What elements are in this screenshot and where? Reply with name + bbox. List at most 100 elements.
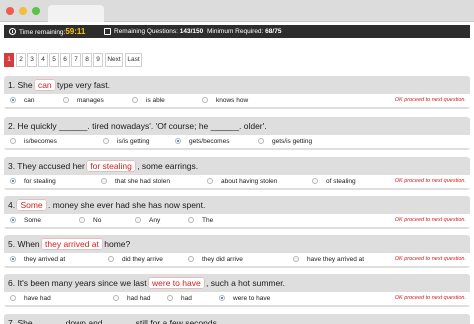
answer-options: have had had had had were to have OK proceed…	[4, 292, 470, 305]
question-text: 3. They accused her for stealing , some …	[8, 161, 199, 171]
answer-radio[interactable]	[202, 97, 208, 103]
answer-radio[interactable]	[135, 217, 141, 223]
answer-radio[interactable]	[101, 178, 107, 184]
question-card: 4. Some . money she ever had she has now…	[4, 196, 470, 229]
pager-page-5[interactable]: 5	[49, 53, 59, 67]
answer-option-label[interactable]: is able	[146, 94, 165, 107]
question-card: 1. She can type very fast. can manages is a…	[4, 76, 470, 109]
question-text: 5. When they arrived at home?	[8, 239, 131, 249]
selected-answer-highlight: for stealing	[87, 161, 135, 171]
answer-radio[interactable]	[10, 217, 16, 223]
questions-icon	[104, 28, 111, 35]
pager-page-8[interactable]: 8	[82, 53, 92, 67]
answer-option-label[interactable]: have they arrived at	[307, 253, 364, 266]
answer-radio[interactable]	[10, 295, 16, 301]
answer-option-label[interactable]: of stealing	[326, 175, 356, 188]
feedback-text: OK proceed to next question.	[394, 97, 466, 103]
answer-radio[interactable]	[132, 97, 138, 103]
answer-option-label[interactable]: is/becomes	[24, 135, 57, 148]
pager-page-6[interactable]: 6	[60, 53, 70, 67]
answer-radio[interactable]	[10, 178, 16, 184]
feedback-text: OK proceed to next question.	[394, 178, 466, 184]
answer-radio[interactable]	[188, 217, 194, 223]
feedback-text: OK proceed to next question.	[394, 295, 466, 301]
answer-radio[interactable]	[175, 138, 181, 144]
answer-option-label[interactable]: The	[202, 214, 213, 227]
answer-option-label[interactable]: had had	[127, 292, 151, 305]
pager-page-3[interactable]: 3	[27, 53, 37, 67]
window-close-dot[interactable]	[6, 7, 14, 15]
answer-radio[interactable]	[312, 178, 318, 184]
question-card: 2. He quickly ______. tired nowadays'. '…	[4, 117, 470, 150]
selected-answer-highlight: they arrived at	[42, 239, 102, 249]
answer-option-label[interactable]: did they arrive	[122, 253, 163, 266]
time-remaining: Time remaining:59:11	[19, 27, 86, 36]
question-text: 2. He quickly ______. tired nowadays'. '…	[8, 121, 267, 131]
answer-radio[interactable]	[10, 138, 16, 144]
question-card: 7. She ______ down and ______ still for …	[4, 314, 470, 324]
question-text: 1. She can type very fast.	[8, 80, 110, 90]
answer-options: they arrived at did they arrive they did a…	[4, 253, 470, 266]
answer-radio[interactable]	[113, 295, 119, 301]
answer-option-label[interactable]: Any	[149, 214, 160, 227]
answer-option-label[interactable]: about having stolen	[221, 175, 277, 188]
answer-radio[interactable]	[188, 256, 194, 262]
answer-option-label[interactable]: gets/becomes	[189, 135, 229, 148]
pager-page-4[interactable]: 4	[38, 53, 48, 67]
browser-tab[interactable]	[48, 5, 104, 22]
answer-radio[interactable]	[63, 97, 69, 103]
answer-radio[interactable]	[10, 256, 16, 262]
answer-radio[interactable]	[219, 295, 225, 301]
feedback-text: OK proceed to next question.	[394, 217, 466, 223]
remaining-questions: Remaining Questions: 143/150	[114, 28, 204, 35]
pager-next-button[interactable]: Next	[105, 53, 123, 67]
answer-option-label[interactable]: Some	[24, 214, 41, 227]
answer-option-label[interactable]: No	[93, 214, 101, 227]
answer-option-label[interactable]: they arrived at	[24, 253, 65, 266]
answer-option-label[interactable]: can	[24, 94, 34, 107]
answer-options: for stealing that she had stolen about hav…	[4, 175, 470, 188]
question-text: 6. It's been many years since we last we…	[8, 278, 285, 288]
answer-option-label[interactable]: is/is getting	[117, 135, 150, 148]
answer-option-label[interactable]: gets/is getting	[272, 135, 312, 148]
answer-radio[interactable]	[167, 295, 173, 301]
window-zoom-dot[interactable]	[32, 7, 40, 15]
status-bar: Time remaining:59:11 Remaining Questions…	[4, 25, 470, 38]
answer-radio[interactable]	[103, 138, 109, 144]
answer-option-label[interactable]: that she had stolen	[115, 175, 170, 188]
answer-radio[interactable]	[293, 256, 299, 262]
question-card: 6. It's been many years since we last we…	[4, 274, 470, 307]
answer-radio[interactable]	[10, 97, 16, 103]
answer-option-label[interactable]: have had	[24, 292, 51, 305]
feedback-text: OK proceed to next question.	[394, 256, 466, 262]
pager-page-2[interactable]: 2	[16, 53, 26, 67]
answer-radio[interactable]	[108, 256, 114, 262]
answer-option-label[interactable]: manages	[77, 94, 104, 107]
pager-last-button[interactable]: Last	[125, 53, 142, 67]
answer-option-label[interactable]: were to have	[233, 292, 270, 305]
answer-option-label[interactable]: had	[181, 292, 192, 305]
answer-options: is/becomes is/is getting gets/becomes gets/…	[4, 135, 470, 148]
answer-radio[interactable]	[79, 217, 85, 223]
minimum-required: Minimum Required: 68/75	[207, 28, 282, 35]
question-text: 4. Some . money she ever had she has now…	[8, 200, 206, 210]
pager-page-9[interactable]: 9	[93, 53, 103, 67]
answer-radio[interactable]	[207, 178, 213, 184]
pager-page-7[interactable]: 7	[71, 53, 81, 67]
answer-radio[interactable]	[258, 138, 264, 144]
pager-page-1[interactable]: 1	[4, 53, 14, 67]
clock-icon	[9, 28, 16, 35]
quiz-page: Time remaining:59:11 Remaining Questions…	[0, 22, 474, 324]
selected-answer-highlight: Some	[17, 200, 46, 210]
time-value: 59:11	[65, 27, 86, 36]
window-minimize-dot[interactable]	[19, 7, 27, 15]
answer-options: Some No Any The OK proceed to next question.	[4, 214, 470, 227]
answer-option-label[interactable]: they did arrive	[202, 253, 243, 266]
selected-answer-highlight: were to have	[149, 278, 204, 288]
answer-option-label[interactable]: knows how	[216, 94, 248, 107]
question-card: 5. When they arrived at home? they arrive…	[4, 235, 470, 268]
question-card: 3. They accused her for stealing , some …	[4, 157, 470, 190]
answer-options: can manages is able knows how OK proceed to …	[4, 94, 470, 107]
browser-chrome	[0, 0, 474, 22]
answer-option-label[interactable]: for stealing	[24, 175, 56, 188]
